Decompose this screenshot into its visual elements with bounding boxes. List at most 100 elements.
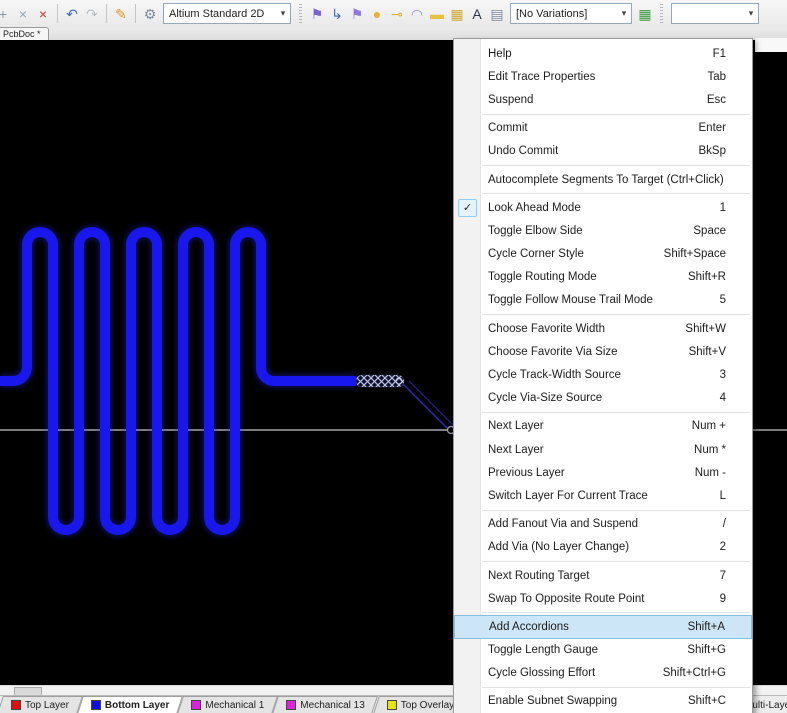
menu-item-shortcut: Space: [693, 225, 726, 237]
menu-item-shortcut: Tab: [707, 71, 726, 83]
settings-gear-icon[interactable]: ⚙: [140, 1, 160, 27]
menu-item-shortcut: L: [720, 490, 726, 502]
routing-context-menu: HelpF1Edit Trace PropertiesTabSuspendEsc…: [453, 38, 753, 713]
menu-item-shortcut: Shift+V: [689, 346, 726, 358]
menu-item-shortcut: 1: [720, 202, 726, 214]
menu-item-cycle-glossing-effort[interactable]: Cycle Glossing EffortShift+Ctrl+G: [454, 662, 752, 685]
pad-icon[interactable]: ⊸: [387, 1, 407, 27]
menu-item-label: Cycle Glossing Effort: [488, 667, 663, 679]
menu-item-toggle-elbow-side[interactable]: Toggle Elbow SideSpace: [454, 219, 752, 242]
menu-item-toggle-routing-mode[interactable]: Toggle Routing ModeShift+R: [454, 266, 752, 289]
menu-item-label: Toggle Routing Mode: [488, 271, 688, 283]
menu-item-look-ahead-mode[interactable]: ✓Look Ahead Mode1: [454, 196, 752, 219]
menu-item-shortcut: Shift+W: [685, 323, 726, 335]
menu-item-shortcut: 5: [720, 294, 726, 306]
menu-item-shortcut: Num -: [695, 467, 726, 479]
variations-value: [No Variations]: [511, 8, 617, 20]
menu-item-shortcut: Shift+R: [688, 271, 726, 283]
checkmark-icon: ✓: [458, 199, 477, 217]
pad-array-icon[interactable]: ▦: [447, 1, 467, 27]
menu-item-label: Cycle Corner Style: [488, 248, 664, 260]
layer-tab-label: Top Layer: [25, 700, 69, 711]
view-configuration-value: Altium Standard 2D: [164, 8, 276, 20]
menu-item-shortcut: F1: [713, 48, 726, 60]
arc-icon[interactable]: ◠: [407, 1, 427, 27]
menu-item-toggle-follow-mouse-trail-mode[interactable]: Toggle Follow Mouse Trail Mode5: [454, 289, 752, 312]
layer-tab-label: Bottom Layer: [105, 700, 169, 711]
string-text-icon[interactable]: A: [467, 1, 487, 27]
toolbar-mid-group: ⚑↳⚑●⊸◠▬▦A▤: [294, 0, 507, 27]
menu-item-enable-subnet-swapping[interactable]: Enable Subnet SwappingShift+C: [454, 690, 752, 713]
menu-item-add-accordions[interactable]: Add AccordionsShift+A: [454, 615, 752, 638]
menu-item-label: Choose Favorite Via Size: [488, 346, 689, 358]
layer-color-swatch: [191, 700, 201, 710]
menu-item-toggle-length-gauge[interactable]: Toggle Length GaugeShift+G: [454, 639, 752, 662]
component-icon[interactable]: ▤: [487, 1, 507, 27]
menu-item-autocomplete-segments-to-target-ctrl-click[interactable]: Autocomplete Segments To Target (Ctrl+Cl…: [454, 168, 752, 191]
layer-tab-mechanical-1[interactable]: Mechanical 1: [180, 696, 275, 713]
menu-item-cycle-track-width-source[interactable]: Cycle Track-Width Source3: [454, 363, 752, 386]
menu-item-choose-favorite-via-size[interactable]: Choose Favorite Via SizeShift+V: [454, 340, 752, 363]
document-tab[interactable]: PcbDoc *: [0, 27, 49, 40]
hatched-segment-pattern: [356, 375, 404, 387]
fill-icon[interactable]: ▬: [427, 1, 447, 27]
menu-item-shortcut: 7: [720, 570, 726, 582]
interactive-routing-pen-icon[interactable]: ✎: [111, 1, 131, 27]
route-diff-pair-icon[interactable]: ⚑: [347, 1, 367, 27]
redo-icon[interactable]: ↷: [82, 1, 102, 27]
menu-item-shortcut: Shift+C: [688, 695, 726, 707]
view-configuration-dropdown[interactable]: Altium Standard 2D ▾: [163, 3, 291, 24]
variations-dropdown[interactable]: [No Variations] ▾: [510, 3, 632, 24]
menu-item-shortcut: Shift+A: [688, 621, 725, 633]
select-touching-icon[interactable]: ×: [13, 1, 33, 27]
layer-tab-bottom-layer[interactable]: Bottom Layer: [80, 696, 180, 713]
menu-item-shortcut: 9: [720, 593, 726, 605]
menu-item-next-layer[interactable]: Next LayerNum *: [454, 438, 752, 461]
menu-item-next-routing-target[interactable]: Next Routing Target7: [454, 564, 752, 587]
menu-item-label: Swap To Opposite Route Point: [488, 593, 720, 605]
menu-item-add-via-no-layer-change[interactable]: Add Via (No Layer Change)2: [454, 536, 752, 559]
layer-tab-label: Mechanical 13: [300, 700, 364, 711]
menu-item-edit-trace-properties[interactable]: Edit Trace PropertiesTab: [454, 65, 752, 88]
crosshair-icon[interactable]: +: [0, 1, 13, 27]
menu-item-shortcut: Esc: [707, 94, 726, 106]
menu-item-next-layer[interactable]: Next LayerNum +: [454, 415, 752, 438]
menu-item-help[interactable]: HelpF1: [454, 42, 752, 65]
via-icon[interactable]: ●: [367, 1, 387, 27]
menu-item-previous-layer[interactable]: Previous LayerNum -: [454, 461, 752, 484]
layer-tab-top-overlay[interactable]: Top Overlay: [376, 696, 465, 713]
menu-item-choose-favorite-width[interactable]: Choose Favorite WidthShift+W: [454, 317, 752, 340]
menu-item-suspend[interactable]: SuspendEsc: [454, 88, 752, 111]
menu-item-swap-to-opposite-route-point[interactable]: Swap To Opposite Route Point9: [454, 587, 752, 610]
empty-dropdown[interactable]: ▾: [671, 3, 759, 24]
menu-item-label: Enable Subnet Swapping: [488, 695, 688, 707]
menu-item-shortcut: Enter: [699, 122, 727, 134]
menu-item-cycle-corner-style[interactable]: Cycle Corner StyleShift+Space: [454, 243, 752, 266]
layer-color-swatch: [11, 700, 21, 710]
document-tab-label: PcbDoc *: [3, 29, 41, 39]
menu-item-shortcut: Shift+G: [687, 644, 726, 656]
menu-item-commit[interactable]: CommitEnter: [454, 117, 752, 140]
toolbar-grip: [660, 4, 663, 23]
menu-item-shortcut: Shift+Ctrl+G: [663, 667, 726, 679]
menu-item-add-fanout-via-and-suspend[interactable]: Add Fanout Via and Suspend/: [454, 513, 752, 536]
menu-item-label: Autocomplete Segments To Target (Ctrl+Cl…: [488, 174, 726, 186]
menu-item-label: Add Accordions: [489, 621, 688, 633]
toolbar-left-group: +××↶↷✎⚙: [0, 0, 160, 27]
menu-item-shortcut: 2: [720, 541, 726, 553]
route-multiple-icon[interactable]: ↳: [327, 1, 347, 27]
variant-chip-icon[interactable]: ▦: [635, 1, 655, 27]
menu-item-switch-layer-for-current-trace[interactable]: Switch Layer For Current TraceL: [454, 484, 752, 507]
undo-icon[interactable]: ↶: [62, 1, 82, 27]
interactive-route-icon[interactable]: ⚑: [307, 1, 327, 27]
menu-item-undo-commit[interactable]: Undo CommitBkSp: [454, 140, 752, 163]
toolbar-separator: [57, 4, 58, 23]
menu-item-label: Commit: [488, 122, 699, 134]
toolbar-separator: [106, 4, 107, 23]
menu-item-cycle-via-size-source[interactable]: Cycle Via-Size Source4: [454, 387, 752, 410]
menu-item-shortcut: 3: [720, 369, 726, 381]
layer-tab-top-layer[interactable]: Top Layer: [0, 696, 80, 713]
clear-selection-icon[interactable]: ×: [33, 1, 53, 27]
layer-tab-mechanical-13[interactable]: Mechanical 13: [275, 696, 375, 713]
menu-item-shortcut: 4: [720, 392, 726, 404]
